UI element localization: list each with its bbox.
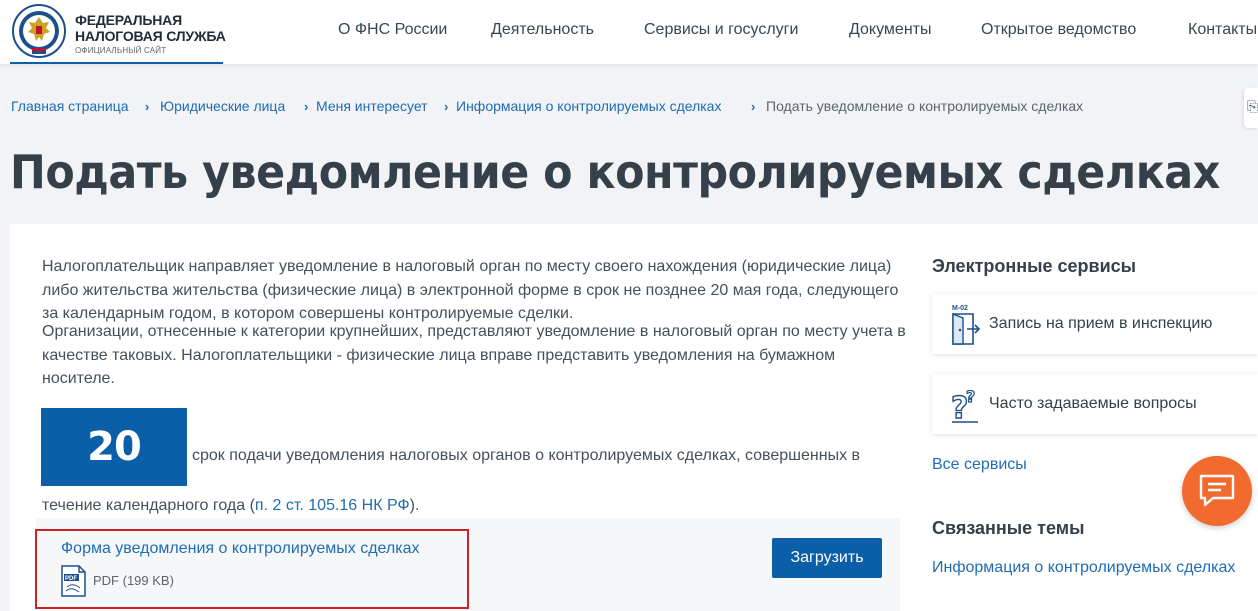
related-topics-heading: Связанные темы <box>932 518 1085 538</box>
nav-about[interactable]: О ФНС России <box>338 21 447 39</box>
fns-emblem-icon <box>12 4 66 58</box>
tool-icon: ⎘ <box>1247 98 1258 114</box>
nav-services[interactable]: Сервисы и госуслуги <box>644 21 798 39</box>
breadcrumb-legal-entities[interactable]: Юридические лица <box>160 98 285 114</box>
download-button[interactable]: Загрузить <box>772 538 882 578</box>
deadline-text-continued: течение календарного года (п. 2 ст. 105.… <box>42 497 419 515</box>
deadline-badge: 20 мая <box>41 408 187 548</box>
logo-title-line1: ФЕДЕРАЛЬНАЯ <box>75 12 182 28</box>
breadcrumb-interests[interactable]: Меня интересует <box>316 98 428 114</box>
deadline-text-start: течение календарного года ( <box>42 497 255 514</box>
breadcrumb-current: Подать уведомление о контролируемых сдел… <box>766 98 1084 114</box>
chevron-right-icon: › <box>145 99 150 114</box>
organizations-paragraph: Организации, отнесенные к категории круп… <box>42 323 906 387</box>
deadline-text: срок подачи уведомления налоговых органо… <box>192 447 861 464</box>
document-title-link[interactable]: Форма уведомления о контролируемых сделк… <box>61 540 420 558</box>
chevron-right-icon: › <box>444 99 449 114</box>
chevron-right-icon: › <box>304 99 309 114</box>
faq-question-icon: ? ? <box>950 386 978 426</box>
service-label: Часто задаваемые вопросы <box>989 395 1197 412</box>
side-tool-tab[interactable]: ⎘ <box>1244 88 1258 128</box>
service-card-appointment[interactable]: М-02 Запись на прием в инспекцию <box>932 294 1258 354</box>
site-logo[interactable]: ФЕДЕРАЛЬНАЯ НАЛОГОВАЯ СЛУЖБА ОФИЦИАЛЬНЫЙ… <box>10 0 226 64</box>
intro-paragraph: Налогоплательщик направляет уведомление … <box>42 258 899 322</box>
site-header: ФЕДЕРАЛЬНАЯ НАЛОГОВАЯ СЛУЖБА ОФИЦИАЛЬНЫЙ… <box>0 0 1258 64</box>
chevron-right-icon: › <box>751 99 756 114</box>
service-card-faq[interactable]: ? ? Часто задаваемые вопросы <box>932 374 1258 434</box>
chat-icon <box>1199 474 1235 507</box>
chat-button[interactable] <box>1182 456 1252 526</box>
svg-text:?: ? <box>966 387 975 406</box>
service-label: Запись на прием в инспекцию <box>989 315 1213 332</box>
logo-subtitle: ОФИЦИАЛЬНЫЙ САЙТ <box>75 46 167 55</box>
pdf-file-icon: PDF <box>61 565 86 597</box>
appointment-icon-caption: М-02 <box>952 305 968 312</box>
nav-documents[interactable]: Документы <box>849 21 931 39</box>
breadcrumb-home[interactable]: Главная страница <box>11 98 129 114</box>
services-heading: Электронные сервисы <box>932 256 1137 276</box>
breadcrumb-controlled-deals-info[interactable]: Информация о контролируемых сделках <box>456 98 721 114</box>
page-title: Подать уведомление о контролируемых сдел… <box>10 145 1220 199</box>
all-services-link[interactable]: Все сервисы <box>932 456 1027 474</box>
deadline-text-end: ). <box>409 497 420 514</box>
appointment-door-icon: М-02 <box>952 305 981 345</box>
document-file-meta: PDF (199 KB) <box>93 573 174 588</box>
logo-title-line2: НАЛОГОВАЯ СЛУЖБА <box>75 28 226 44</box>
pdf-icon-label: PDF <box>65 576 77 582</box>
related-topic-link[interactable]: Информация о контролируемых сделках <box>932 559 1235 577</box>
tax-code-link[interactable]: п. 2 ст. 105.16 НК РФ <box>255 497 410 514</box>
nav-activity[interactable]: Деятельность <box>491 21 594 39</box>
nav-open-agency[interactable]: Открытое ведомство <box>981 21 1136 39</box>
nav-contacts[interactable]: Контакты <box>1188 21 1257 39</box>
